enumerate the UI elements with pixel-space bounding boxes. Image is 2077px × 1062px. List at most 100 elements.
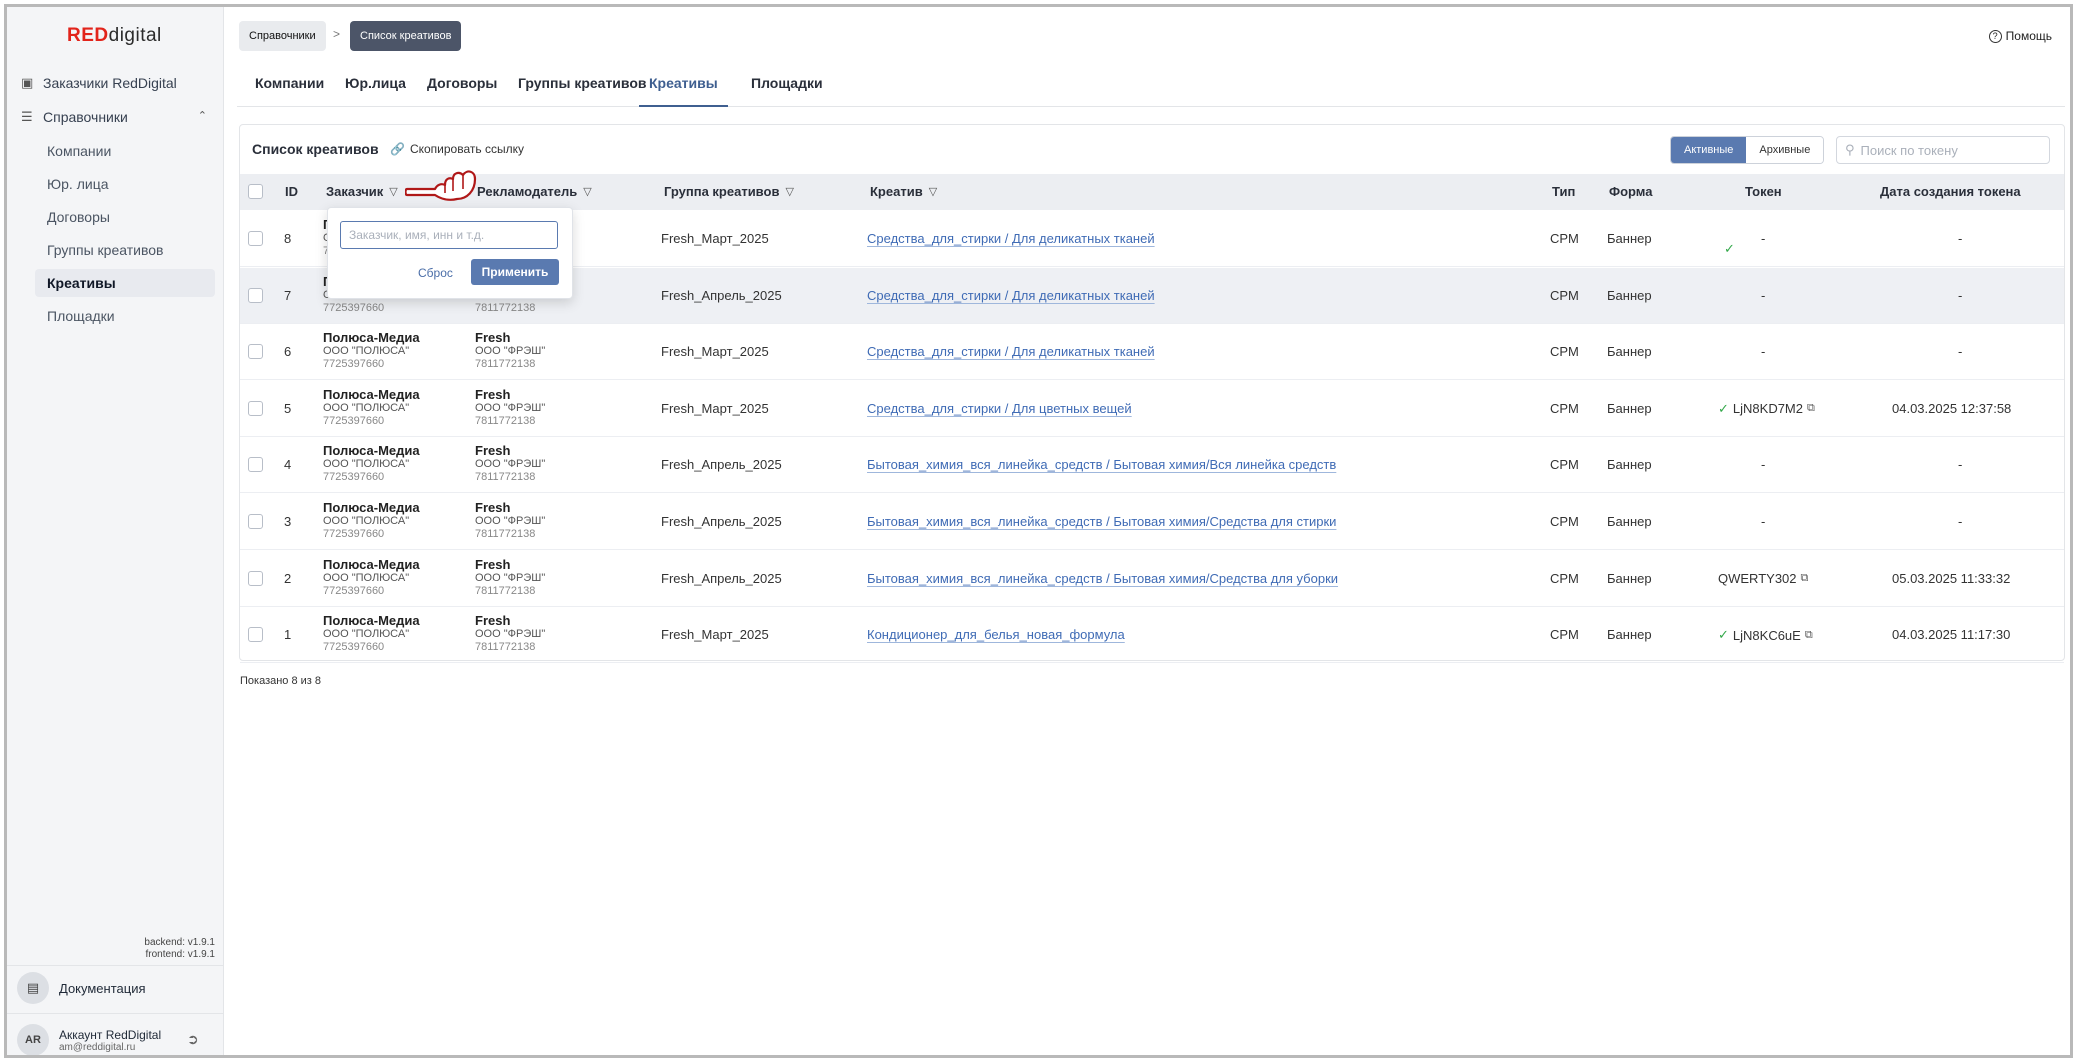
row-checkbox[interactable] xyxy=(248,627,263,643)
advertiser-inn: 7811772138 xyxy=(475,471,536,484)
copy-link-button[interactable]: 🔗 Скопировать ссылку xyxy=(390,142,524,156)
customer-inn: 7725397660 xyxy=(323,471,385,484)
table-row[interactable]: 1 Полюса-Медиа ООО "ПОЛЮСА" 7725397660 Fresh… xyxy=(240,607,2064,664)
table-row[interactable]: 2 Полюса-Медиа ООО "ПОЛЮСА" 7725397660 Fresh… xyxy=(240,551,2064,607)
header-creative-group[interactable]: Группа креативов ▽ xyxy=(664,184,794,199)
reset-button[interactable]: Сброс xyxy=(418,266,453,280)
tab-companies[interactable]: Компании xyxy=(255,75,324,107)
row-checkbox[interactable] xyxy=(248,570,263,586)
sidebar-item-companies[interactable]: Компании xyxy=(35,137,215,165)
creative-link[interactable]: Средства_для_стирки / Для деликатных тка… xyxy=(867,344,1155,359)
sidebar-item-platforms[interactable]: Площадки xyxy=(35,302,215,330)
row-checkbox[interactable] xyxy=(248,231,263,246)
tab-creative-groups[interactable]: Группы креативов xyxy=(518,75,647,107)
status-toggle: Активные Архивные xyxy=(1670,136,1825,164)
token-search-input[interactable] xyxy=(1860,142,2041,158)
breadcrumb-root[interactable]: Справочники xyxy=(239,21,326,51)
token-date: - xyxy=(1958,344,1963,360)
table-row[interactable]: 6 Полюса-Медиа ООО "ПОЛЮСА" 7725397660 Fresh… xyxy=(240,324,2064,381)
advertiser-name: Fresh xyxy=(475,613,511,629)
copy-icon[interactable]: ⧉ xyxy=(1805,629,1813,642)
check-circle-icon: ✓ xyxy=(1724,241,1735,256)
copy-link-label: Скопировать ссылку xyxy=(409,142,524,156)
filter-icon[interactable]: ▽ xyxy=(389,185,397,198)
type-cell: CPM xyxy=(1550,231,1579,246)
creative-link[interactable]: Бытовая_химия_вся_линейка_средств / Быто… xyxy=(867,514,1336,529)
document-icon: ▤ xyxy=(17,972,49,1004)
active-toggle[interactable]: Активные xyxy=(1671,137,1747,163)
form-cell: Баннер xyxy=(1607,514,1652,529)
advertiser-cell: FreshООО "ФРЭШ"7811772138 xyxy=(475,557,545,598)
creative-link[interactable]: Бытовая_химия_вся_линейка_средств / Быто… xyxy=(867,571,1338,586)
logo[interactable]: REDdigital xyxy=(67,25,162,47)
copy-icon[interactable]: ⧉ xyxy=(1801,572,1809,585)
id-card-icon: ▣ xyxy=(21,75,34,90)
header-advertiser[interactable]: Рекламодатель ▽ xyxy=(477,184,592,199)
row-id: 3 xyxy=(284,514,292,529)
sidebar-item-creative-groups[interactable]: Группы креативов xyxy=(35,236,215,264)
breadcrumb-current: Список креативов xyxy=(350,21,462,51)
row-checkbox[interactable] xyxy=(248,287,263,303)
sidebar-item-contracts[interactable]: Договоры xyxy=(35,203,215,231)
tab-platforms[interactable]: Площадки xyxy=(751,75,823,107)
table-row[interactable]: 5 Полюса-Медиа ООО "ПОЛЮСА" 7725397660 Fresh… xyxy=(240,381,2064,437)
header-creative[interactable]: Креатив ▽ xyxy=(870,184,937,199)
creative-link[interactable]: Бытовая_химия_вся_линейка_средств / Быто… xyxy=(867,457,1336,472)
row-checkbox[interactable] xyxy=(248,514,263,529)
advertiser-name: Fresh xyxy=(475,330,511,346)
advertiser-inn: 7811772138 xyxy=(475,414,536,427)
creative-link[interactable]: Средства_для_стирки / Для деликатных тка… xyxy=(867,231,1155,246)
chevron-up-icon[interactable]: ⌃ xyxy=(198,109,207,122)
row-checkbox[interactable] xyxy=(248,457,263,473)
token-value: - xyxy=(1761,287,1766,303)
table-row[interactable]: 3 Полюса-Медиа ООО "ПОЛЮСА" 7725397660 Fresh… xyxy=(240,494,2064,550)
sidebar-item-creatives[interactable]: Креативы xyxy=(35,269,215,297)
token-value: - xyxy=(1761,344,1766,360)
form-cell: Баннер xyxy=(1607,627,1652,643)
customer-filter-input[interactable] xyxy=(340,221,558,249)
documentation-link[interactable]: ▤ Документация xyxy=(17,971,146,1005)
filter-icon[interactable]: ▽ xyxy=(929,185,937,198)
apply-button[interactable]: Применить xyxy=(471,259,559,285)
tab-legal-entities[interactable]: Юр.лица xyxy=(345,75,406,107)
creative-group: Fresh_Апрель_2025 xyxy=(661,457,782,473)
account-email: am@reddigital.ru xyxy=(59,1041,136,1053)
help-link[interactable]: ? Помощь xyxy=(1988,29,2052,43)
type-cell: CPM xyxy=(1550,627,1579,643)
sidebar-item-legal-entities[interactable]: Юр. лица xyxy=(35,170,215,198)
copy-icon[interactable]: ⧉ xyxy=(1807,402,1815,415)
token-date: - xyxy=(1958,514,1963,529)
type-cell: CPM xyxy=(1550,344,1579,360)
token-cell: - xyxy=(1761,344,1765,359)
customer-name: Полюса-Медиа xyxy=(323,613,420,629)
token-value: - xyxy=(1761,231,1766,246)
creative-link[interactable]: Средства_для_стирки / Для цветных вещей xyxy=(867,401,1132,416)
advertiser-name: Fresh xyxy=(475,443,511,459)
creative-group: Fresh_Апрель_2025 xyxy=(661,514,782,529)
header-customer[interactable]: Заказчик ▽ xyxy=(326,184,398,199)
sidebar-group-references[interactable]: ☰ Справочники ⌃ xyxy=(21,103,215,131)
advertiser-cell: FreshООО "ФРЭШ"7811772138 xyxy=(475,443,545,484)
customer-org: ООО "ПОЛЮСА" xyxy=(323,345,410,358)
creative-link[interactable]: Средства_для_стирки / Для деликатных тка… xyxy=(867,288,1155,303)
row-checkbox[interactable] xyxy=(248,344,263,360)
select-all-checkbox[interactable] xyxy=(248,184,263,199)
sidebar-item-customers[interactable]: ▣ Заказчики RedDigital xyxy=(21,69,215,97)
row-id: 6 xyxy=(284,344,292,360)
tab-creatives[interactable]: Креативы xyxy=(639,75,728,107)
filter-icon[interactable]: ▽ xyxy=(785,185,793,198)
advertiser-name: Fresh xyxy=(475,386,511,402)
row-checkbox[interactable] xyxy=(248,400,263,416)
token-cell: - xyxy=(1761,288,1765,303)
table-row[interactable]: 4 Полюса-Медиа ООО "ПОЛЮСА" 7725397660 Fresh… xyxy=(240,437,2064,494)
account-block[interactable]: AR Аккаунт RedDigital am@reddigital.ru xyxy=(17,1023,162,1055)
advertiser-org: ООО "ФРЭШ" xyxy=(475,628,546,641)
logout-icon[interactable]: ➲ xyxy=(187,1031,199,1048)
creative-link[interactable]: Кондиционер_для_белья_новая_формула xyxy=(867,627,1125,642)
archive-toggle[interactable]: Архивные xyxy=(1746,137,1824,163)
table-header: ID Заказчик ▽ Рекламодатель ▽ Группа креат… xyxy=(240,174,2064,210)
customer-inn: 7725397660 xyxy=(323,358,385,371)
filter-icon[interactable]: ▽ xyxy=(583,185,591,198)
tab-contracts[interactable]: Договоры xyxy=(427,75,497,107)
account-name: Аккаунт RedDigital xyxy=(59,1027,162,1042)
